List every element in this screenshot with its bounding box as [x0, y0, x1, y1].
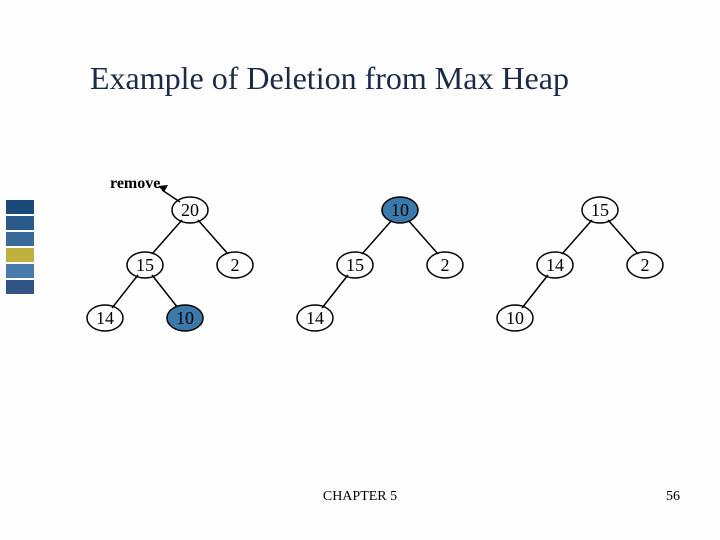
footer-chapter: CHAPTER 5: [323, 489, 397, 505]
tree2-leftleft-text: 14: [306, 308, 324, 328]
heap-diagram: 20 15 2 14 10 10 15 2 14 15 14 2 10: [0, 160, 720, 400]
tree1-edge: [152, 220, 182, 254]
tree1-leftleft-text: 14: [96, 308, 114, 328]
tree3-edge: [522, 275, 548, 308]
tree1-leftright-text: 10: [176, 308, 194, 328]
tree2-edge: [408, 220, 438, 254]
tree2-edge: [322, 275, 348, 308]
tree1-edge: [112, 275, 138, 308]
tree3-edge: [608, 220, 638, 254]
slide-title: Example of Deletion from Max Heap: [90, 60, 569, 97]
tree1-edge: [152, 275, 178, 308]
tree1-right-text: 2: [231, 255, 240, 275]
tree2-edge: [362, 220, 392, 254]
tree2-left-text: 15: [346, 255, 364, 275]
tree2-right-text: 2: [441, 255, 450, 275]
tree3-right-text: 2: [641, 255, 650, 275]
tree1-left-text: 15: [136, 255, 154, 275]
footer-page-number: 56: [666, 489, 680, 505]
remove-arrowhead: [158, 185, 168, 192]
tree3-left-text: 14: [546, 255, 564, 275]
tree3-edge: [562, 220, 592, 254]
tree3-root-text: 15: [591, 200, 609, 220]
tree2-root-text: 10: [391, 200, 409, 220]
tree1-edge: [198, 220, 228, 254]
tree3-leftleft-text: 10: [506, 308, 524, 328]
tree1-root-text: 20: [181, 200, 199, 220]
